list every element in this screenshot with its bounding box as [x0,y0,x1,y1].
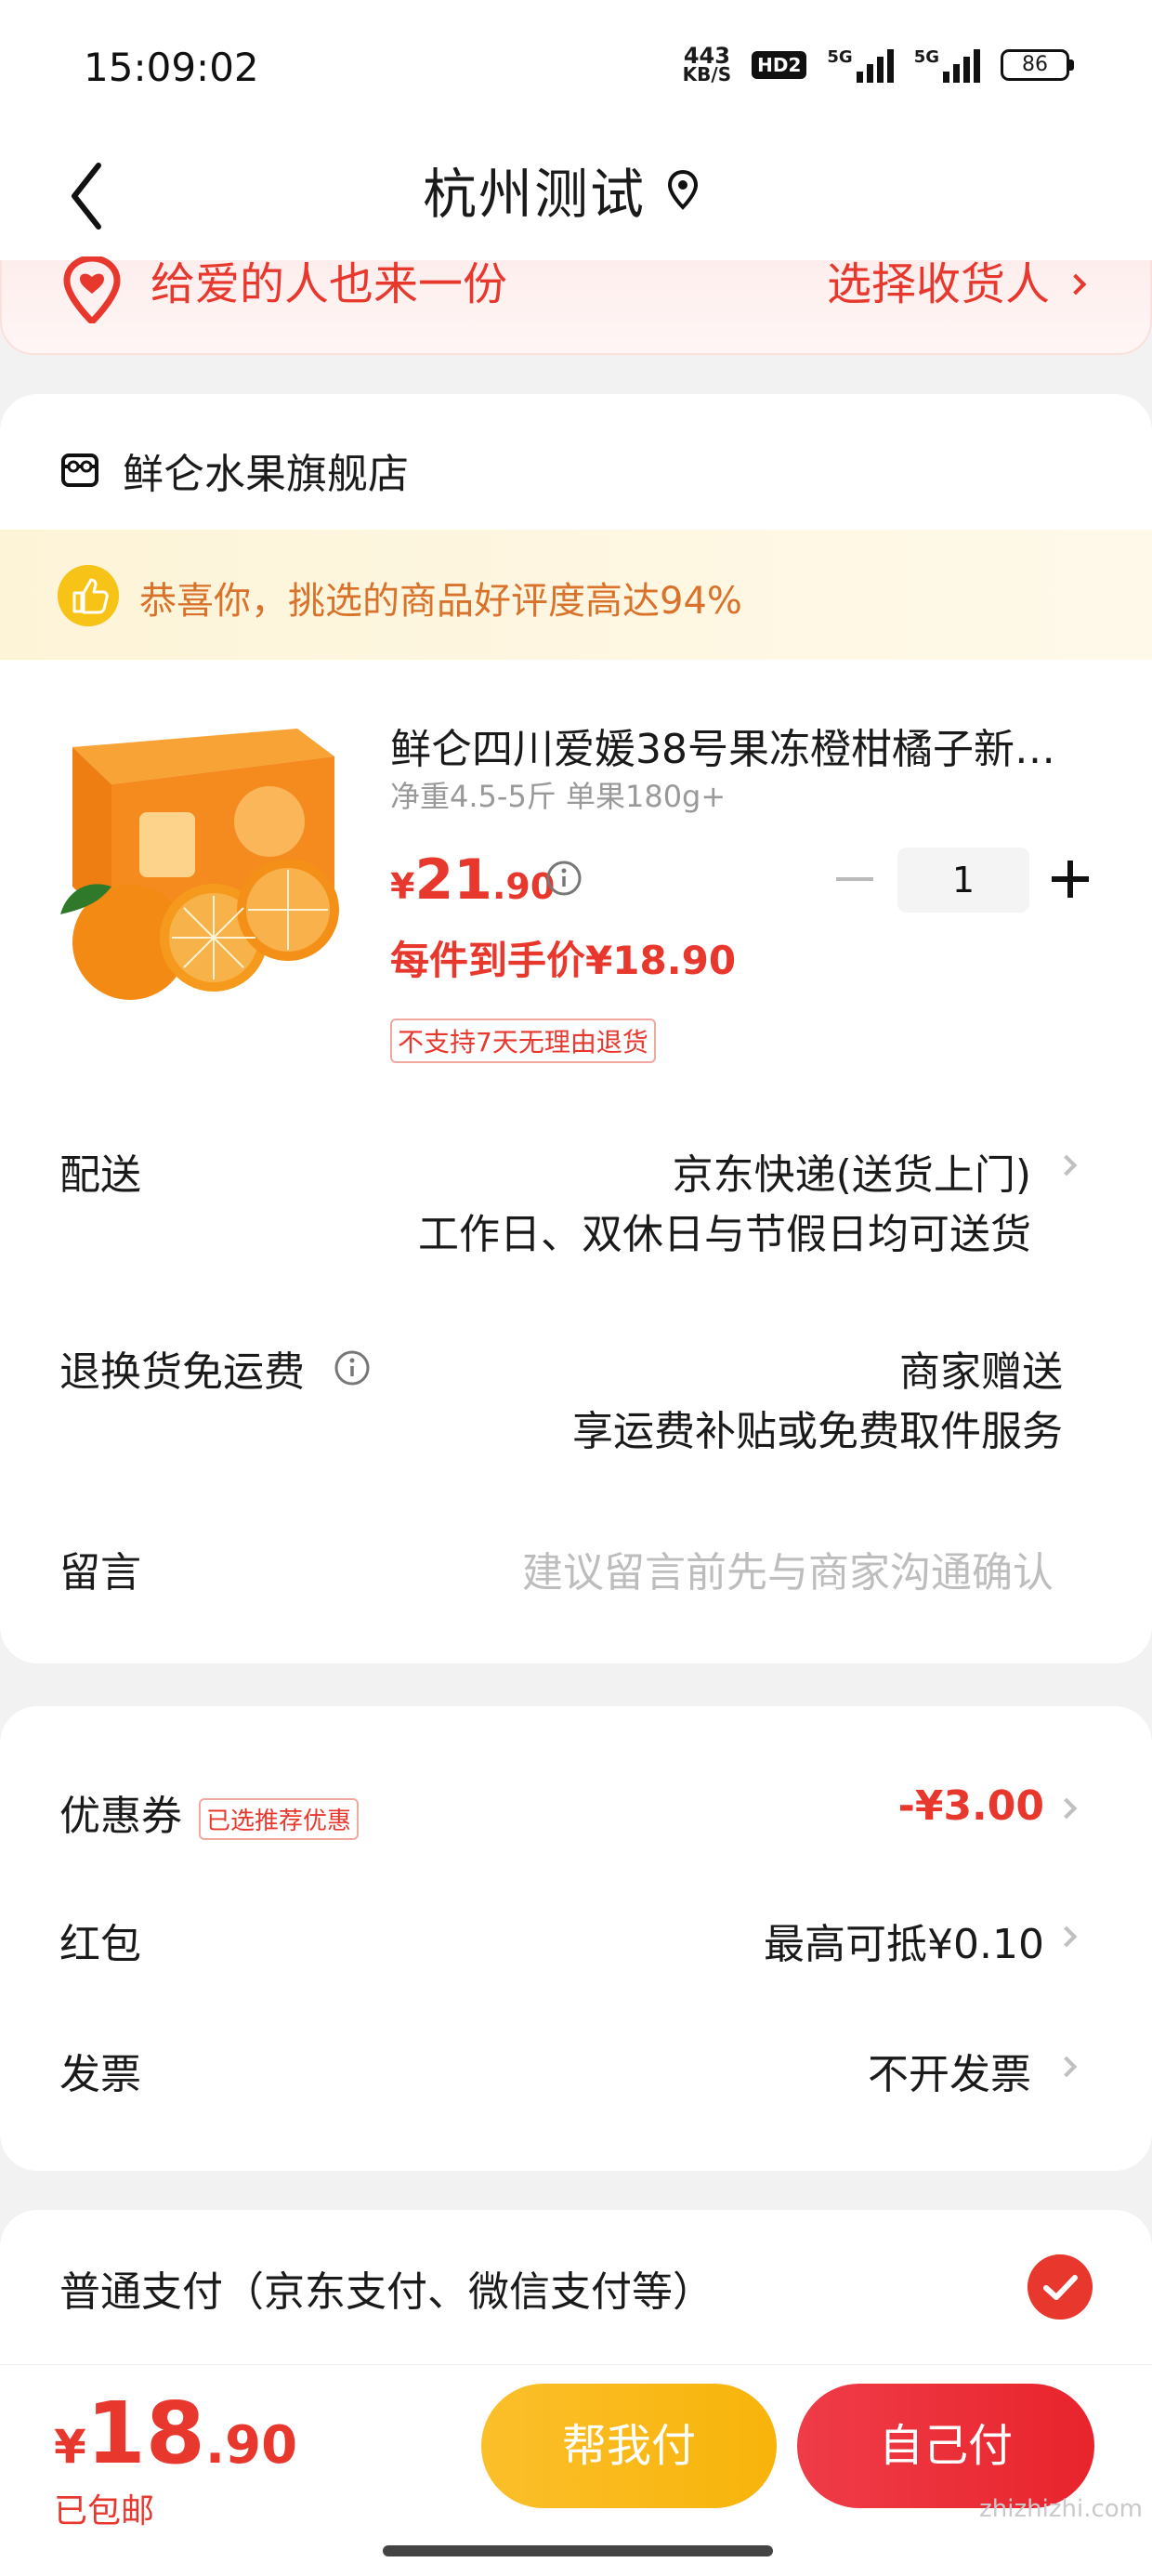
delivery-sub: 工作日、双休日与节假日均可送货 [418,1211,1031,1258]
no-return-badge: 不支持7天无理由退货 [390,1019,656,1063]
chevron-right-icon[interactable] [1055,1154,1078,1176]
battery-level: 86 [1001,49,1069,81]
coupon-label: 优惠券 [59,1793,182,1840]
info-icon[interactable] [333,1348,372,1387]
pay-myself-button[interactable]: 自己付 [797,2384,1094,2508]
message-label: 留言 [59,1549,141,1597]
signal-label-2: 5G [913,47,939,67]
store-icon [61,453,98,487]
red-packet-value[interactable]: 最高可抵¥0.10 [764,1911,1044,1970]
bottom-bar: ¥18.90 已包邮 帮我付 自己付 zhizhizhi.com [0,2364,1152,2576]
chevron-right-icon[interactable] [1055,2056,1078,2078]
title-bar: 杭州测试 [0,130,1152,260]
watermark-text: zhizhizhi.com [979,2495,1143,2523]
page-title: 杭州测试 [423,163,647,226]
price-integer: 21 [414,848,492,913]
return-shipping-sub: 享运费补贴或免费取件服务 [572,1408,1063,1455]
status-bar: 15:09:02 443 KB/S HD2 5G 5G 86 [0,0,1152,130]
hd-voice-icon: HD2 [752,51,807,79]
price-currency: ¥ [390,866,415,907]
total-integer: 18 [85,2384,205,2483]
product-spec: 净重4.5-5斤 单果180g+ [390,779,727,814]
select-recipient-label: 选择收货人 [826,258,1050,310]
praise-banner: 恭喜你，挑选的商品好评度高达94% [0,530,1152,660]
quantity-decrease-button[interactable] [836,877,873,881]
return-shipping-row: 退换货免运费 [59,1338,372,1398]
message-input[interactable]: 建议留言前先与商家沟通确认 [522,1539,1054,1598]
product-title[interactable]: 鲜仑四川爱媛38号果冻橙柑橘子新… [390,716,1078,775]
free-shipping-label: 已包邮 [54,2492,155,2530]
location-heart-icon [63,256,121,323]
gift-banner[interactable]: 给爱的人也来一份 选择收货人 [0,256,1152,355]
chevron-right-icon[interactable] [1055,1797,1078,1820]
quantity-increase-button[interactable] [1052,861,1089,898]
coupon-row[interactable]: 优惠券 已选推荐优惠 [59,1782,360,1842]
total-currency: ¥ [54,2420,86,2474]
signal-icon-2: 5G [914,47,980,83]
help-me-pay-button[interactable]: 帮我付 [481,2384,777,2508]
info-icon[interactable] [544,859,583,898]
invoice-value[interactable]: 不开发票 [868,2041,1031,2100]
watermark: zhizhizhi.com [979,2495,1143,2523]
gift-text: 给爱的人也来一份 [151,258,508,310]
coupon-value[interactable]: -¥3.00 [898,1782,1044,1830]
chevron-right-icon [1065,273,1087,296]
store-name: 鲜仑水果旗舰店 [123,451,409,498]
signal-icon: 5G [827,47,894,83]
signal-label: 5G [827,47,853,67]
order-card: 鲜仑水果旗舰店 恭喜你，挑选的商品好评度高达94% 鲜仑四川爱媛38号果冻橙柑橘… [0,394,1152,1663]
status-icons: 443 KB/S HD2 5G 5G 86 [682,43,1074,85]
select-recipient-button[interactable]: 选择收货人 [826,258,1087,310]
product-price: ¥21.90 [390,848,555,913]
location-pin-icon [668,169,699,210]
delivery-label: 配送 [59,1151,141,1199]
product-image[interactable] [56,710,353,1007]
praise-text: 恭喜你，挑选的商品好评度高达94% [139,580,742,623]
page-title-group[interactable]: 杭州测试 [423,151,701,229]
home-indicator[interactable] [383,2545,773,2556]
payment-method-label[interactable]: 普通支付（京东支付、微信支付等） [59,2258,713,2318]
store-row[interactable]: 鲜仑水果旗舰店 [59,440,409,500]
chevron-right-icon[interactable] [1055,1925,1078,1948]
status-time: 15:09:02 [84,45,259,90]
coupon-tag: 已选推荐优惠 [199,1797,360,1840]
total-decimal: .90 [204,2415,298,2476]
red-packet-label: 红包 [59,1921,141,1968]
network-speed-unit: KB/S [682,63,732,85]
unit-price: 每件到手价¥18.90 [390,938,737,983]
return-shipping-label: 退换货免运费 [59,1348,305,1396]
check-circle-icon[interactable] [1028,2254,1093,2320]
discount-card: 优惠券 已选推荐优惠 -¥3.00 红包 最高可抵¥0.10 发票 不开发票 [0,1706,1152,2171]
network-speed: 443 KB/S [682,43,732,85]
quantity-input[interactable]: 1 [897,848,1029,913]
battery-icon: 86 [1001,49,1074,81]
delivery-value[interactable]: 京东快递(送货上门) [673,1141,1031,1201]
thumbs-up-icon [58,565,119,626]
network-speed-value: 443 [683,43,730,69]
return-shipping-value: 商家赠送 [899,1348,1063,1396]
chevron-left-icon[interactable] [61,154,117,238]
total-price: ¥18.90 [54,2384,297,2483]
invoice-label: 发票 [59,2051,141,2098]
